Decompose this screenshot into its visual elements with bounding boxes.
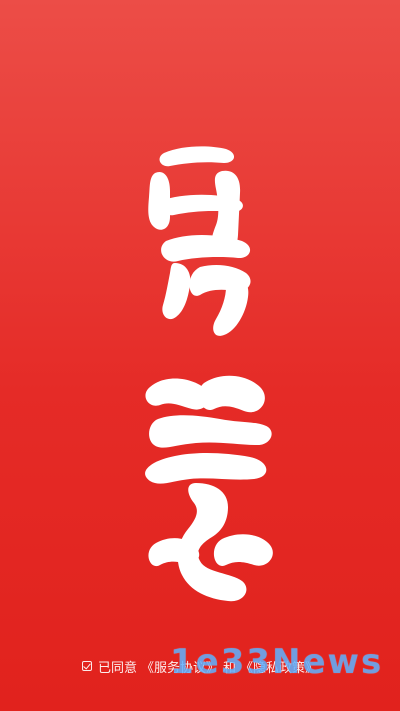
service-agreement-link[interactable]: 《服务协议》 bbox=[141, 657, 219, 676]
calligraphy-logo bbox=[130, 135, 275, 620]
calligraphy-logo-svg bbox=[145, 146, 273, 602]
splash-screen: 已同意 《服务协议》 和 《隐私政策》 1e33News bbox=[0, 0, 400, 711]
privacy-policy-link[interactable]: 《隐私政策》 bbox=[240, 657, 318, 676]
agreement-conjunction: 和 bbox=[223, 660, 237, 676]
agreement-bar: 已同意 《服务协议》 和 《隐私政策》 bbox=[82, 655, 318, 677]
checkbox-checked-icon[interactable] bbox=[82, 661, 92, 671]
agreement-prefix: 已同意 bbox=[98, 660, 138, 676]
